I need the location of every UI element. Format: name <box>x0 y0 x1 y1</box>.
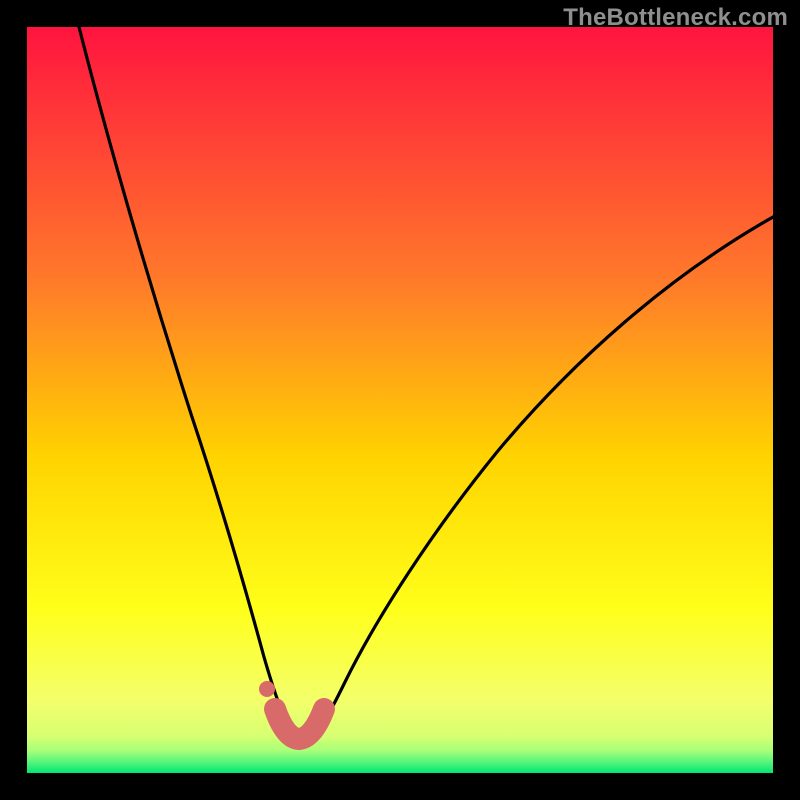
bottleneck-plot <box>27 27 773 773</box>
attribution-label: TheBottleneck.com <box>563 4 788 32</box>
gradient-background <box>27 27 773 773</box>
chart-frame <box>27 27 773 773</box>
dot-marker <box>259 681 275 697</box>
